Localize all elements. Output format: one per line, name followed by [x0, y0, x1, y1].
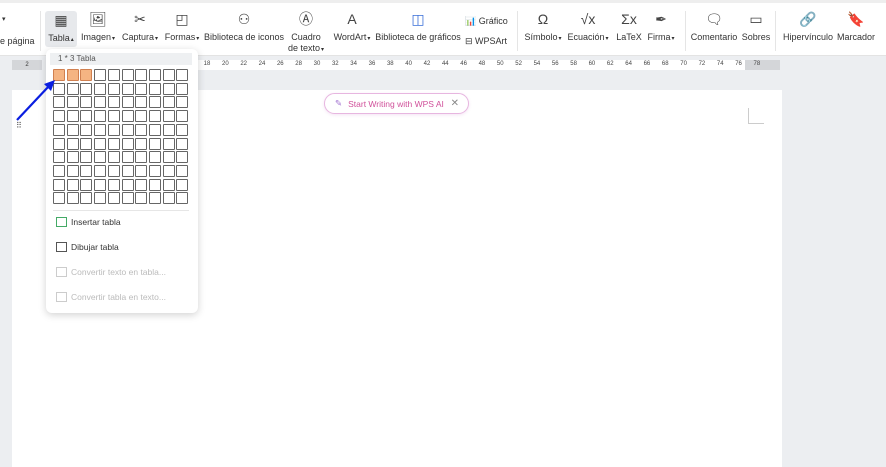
- annotation-arrow: [16, 80, 55, 121]
